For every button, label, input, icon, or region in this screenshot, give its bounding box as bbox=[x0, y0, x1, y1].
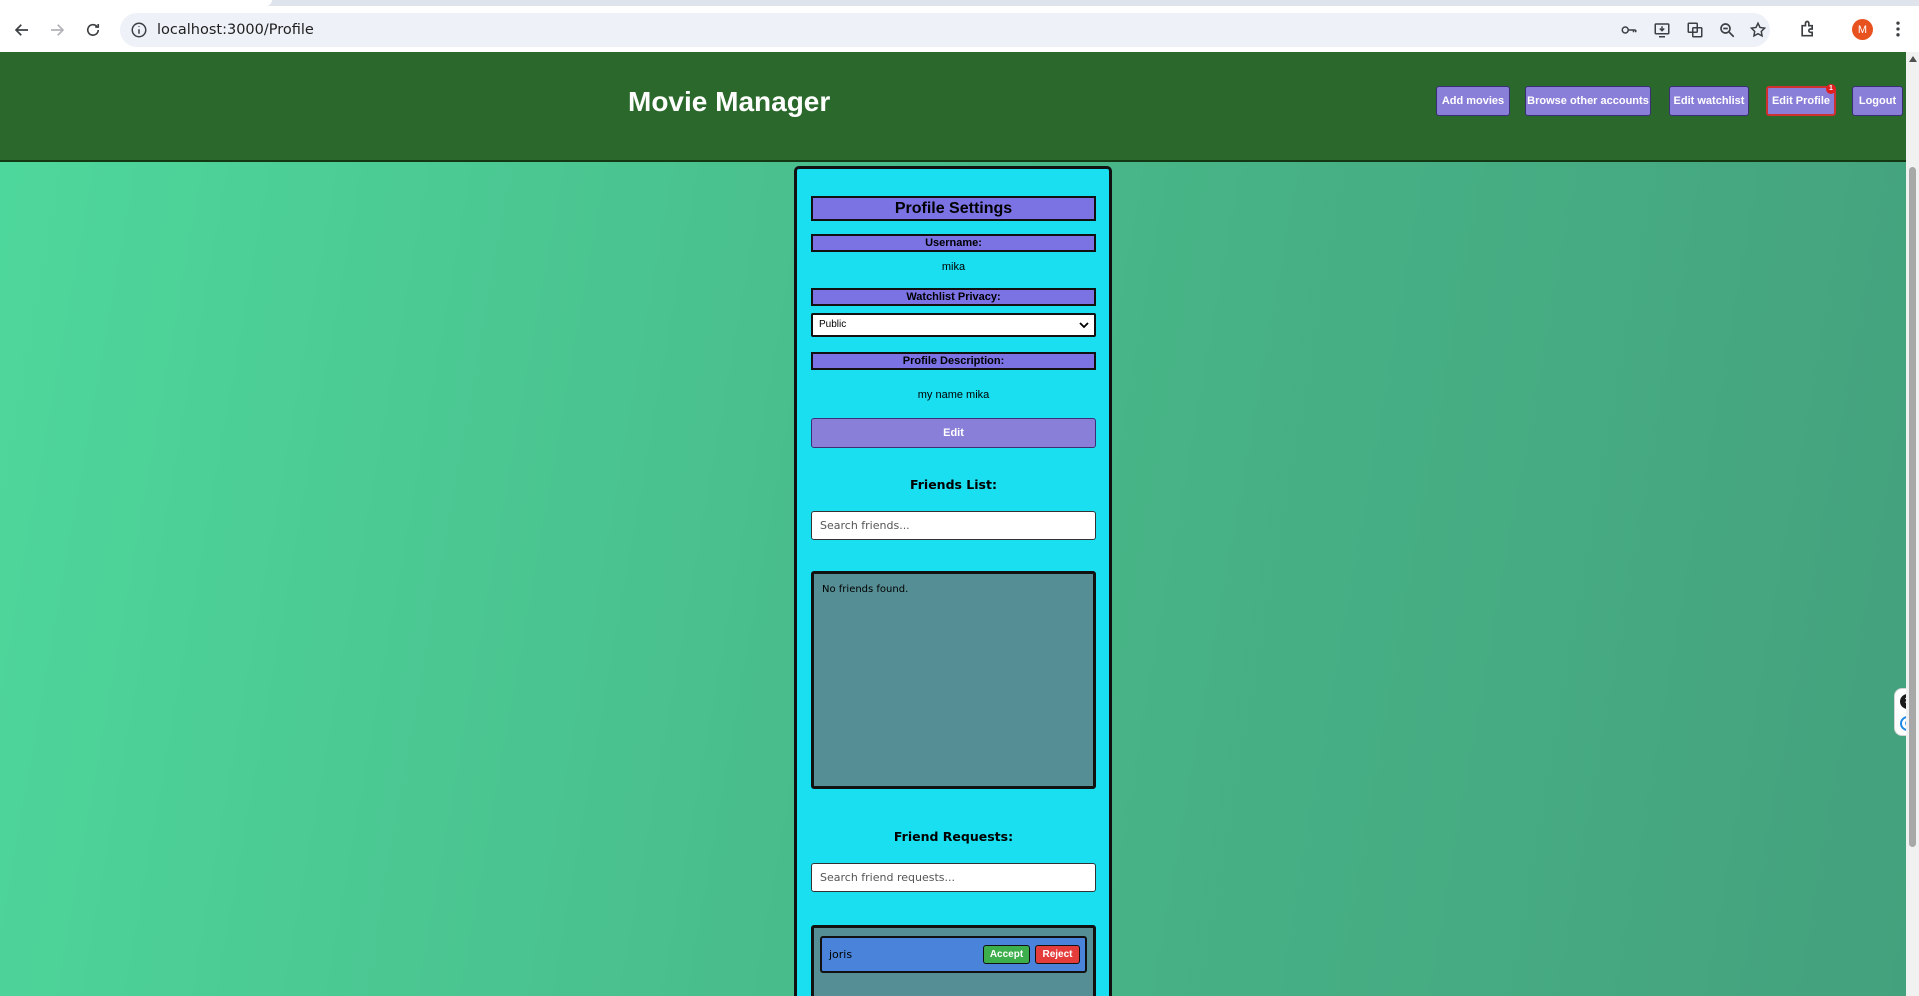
privacy-select-value: Public bbox=[819, 319, 847, 330]
logout-button[interactable]: Logout bbox=[1852, 86, 1903, 116]
profile-avatar[interactable]: M bbox=[1852, 19, 1873, 40]
edit-watchlist-button[interactable]: Edit watchlist bbox=[1669, 86, 1749, 116]
accept-button[interactable]: Accept bbox=[983, 945, 1030, 964]
bookmark-star-icon[interactable] bbox=[1749, 21, 1767, 39]
app-title: Movie Manager bbox=[628, 86, 831, 117]
add-movies-button[interactable]: Add movies bbox=[1436, 86, 1510, 116]
friend-requests-search-input[interactable]: Search friend requests... bbox=[811, 863, 1096, 892]
address-bar[interactable]: localhost:3000/Profile bbox=[120, 13, 1770, 47]
privacy-label: Watchlist Privacy: bbox=[811, 288, 1096, 306]
friends-list-heading: Friends List: bbox=[910, 477, 997, 492]
reload-icon[interactable] bbox=[79, 16, 107, 44]
page-scrollbar[interactable] bbox=[1906, 52, 1919, 996]
edit-profile-button[interactable]: Edit Profile 1 bbox=[1766, 84, 1836, 116]
chevron-down-icon bbox=[1079, 322, 1089, 329]
browser-toolbar: localhost:3000/Profile M bbox=[0, 6, 1919, 52]
profile-panel: Profile Settings Username: mika Watchlis… bbox=[794, 166, 1112, 996]
privacy-select[interactable]: Public bbox=[811, 313, 1096, 337]
scroll-up-arrow-icon[interactable] bbox=[1909, 56, 1917, 62]
app-header: Movie Manager Add movies Browse other ac… bbox=[0, 52, 1906, 162]
back-icon[interactable] bbox=[8, 16, 36, 44]
friend-requests-heading: Friend Requests: bbox=[893, 829, 1014, 844]
page-viewport: Movie Manager Add movies Browse other ac… bbox=[0, 52, 1906, 996]
description-label: Profile Description: bbox=[811, 352, 1096, 370]
reject-button[interactable]: Reject bbox=[1035, 945, 1080, 964]
friends-search-input[interactable]: Search friends... bbox=[811, 511, 1096, 540]
friend-request-row: joris Accept Reject bbox=[820, 936, 1087, 973]
zoom-icon[interactable] bbox=[1718, 21, 1736, 39]
username-value: mika bbox=[941, 261, 966, 273]
request-username: joris bbox=[829, 948, 853, 961]
description-value: my name mika bbox=[917, 389, 990, 401]
edit-profile-label: Edit Profile bbox=[1771, 95, 1831, 107]
install-app-icon[interactable] bbox=[1653, 21, 1671, 39]
url-text[interactable]: localhost:3000/Profile bbox=[157, 22, 314, 38]
profile-settings-title: Profile Settings bbox=[811, 196, 1096, 221]
site-info-icon[interactable] bbox=[130, 21, 148, 39]
notification-badge: 1 bbox=[1826, 84, 1836, 94]
username-label: Username: bbox=[811, 234, 1096, 252]
friends-list: No friends found. bbox=[811, 571, 1096, 789]
browse-accounts-button[interactable]: Browse other accounts bbox=[1525, 86, 1651, 116]
translate-icon[interactable] bbox=[1686, 21, 1704, 39]
extensions-icon[interactable] bbox=[1798, 19, 1818, 39]
edit-description-button[interactable]: Edit bbox=[811, 418, 1096, 448]
scrollbar-thumb[interactable] bbox=[1909, 167, 1916, 847]
key-icon[interactable] bbox=[1620, 21, 1638, 39]
forward-icon[interactable] bbox=[43, 16, 71, 44]
friend-requests-list: joris Accept Reject bbox=[811, 925, 1096, 996]
friends-empty-message: No friends found. bbox=[822, 584, 909, 595]
browser-menu-icon[interactable] bbox=[1888, 19, 1908, 39]
